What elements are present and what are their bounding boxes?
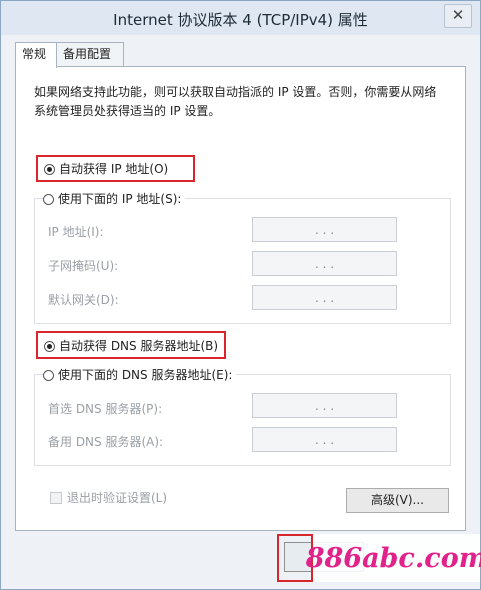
manual-ip-radio[interactable] xyxy=(43,193,54,205)
advanced-button[interactable]: 高级(V)... xyxy=(346,488,449,513)
window-title: Internet 协议版本 4 (TCP/IPv4) 属性 xyxy=(113,11,368,29)
preferred-dns-value: . . . xyxy=(314,398,335,413)
close-button[interactable]: ✕ xyxy=(444,4,472,28)
preferred-dns-input[interactable]: . . . xyxy=(252,393,397,418)
general-tab-panel: 如果网络支持此功能，则可以获取自动指派的 IP 设置。否则，你需要从网络系统管理… xyxy=(15,66,466,531)
validate-on-exit-label: 退出时验证设置(L) xyxy=(67,491,168,505)
ip-address-input[interactable]: . . . xyxy=(252,217,397,242)
description-text: 如果网络支持此功能，则可以获取自动指派的 IP 设置。否则，你需要从网络系统管理… xyxy=(34,85,437,118)
ip-address-value: . . . xyxy=(314,222,335,237)
tab-general[interactable]: 常规 xyxy=(15,42,57,68)
close-icon: ✕ xyxy=(451,6,465,24)
ip-address-label: IP 地址(I): xyxy=(48,225,104,239)
tab-general-label: 常规 xyxy=(22,47,47,61)
subnet-mask-input[interactable]: . . . xyxy=(252,251,397,276)
tab-alternate-config-label: 备用配置 xyxy=(63,47,112,61)
alternate-dns-value: . . . xyxy=(314,432,335,447)
default-gateway-input[interactable]: . . . xyxy=(252,285,397,310)
site-watermark: 886abc.com xyxy=(306,534,481,582)
subnet-mask-value: . . . xyxy=(314,256,335,271)
auto-dns-option[interactable]: 自动获得 DNS 服务器地址(B) xyxy=(44,336,218,356)
subnet-mask-label: 子网掩码(U): xyxy=(48,259,119,273)
alternate-dns-label: 备用 DNS 服务器(A): xyxy=(48,435,164,449)
manual-dns-option[interactable]: 使用下面的 DNS 服务器地址(E): xyxy=(43,365,237,385)
auto-ip-option[interactable]: 自动获得 IP 地址(O) xyxy=(44,159,168,179)
auto-ip-label: 自动获得 IP 地址(O) xyxy=(59,162,169,176)
manual-ip-label: 使用下面的 IP 地址(S): xyxy=(58,192,182,206)
validate-on-exit-option[interactable]: 退出时验证设置(L) xyxy=(50,489,167,506)
auto-ip-radio[interactable] xyxy=(44,163,55,175)
manual-ip-option[interactable]: 使用下面的 IP 地址(S): xyxy=(43,189,186,209)
alternate-dns-input[interactable]: . . . xyxy=(252,427,397,452)
default-gateway-value: . . . xyxy=(314,290,335,305)
manual-dns-group xyxy=(34,374,451,466)
auto-dns-radio[interactable] xyxy=(44,340,55,352)
validate-on-exit-checkbox[interactable] xyxy=(50,491,62,504)
manual-dns-label: 使用下面的 DNS 服务器地址(E): xyxy=(58,368,233,382)
manual-dns-radio[interactable] xyxy=(43,369,54,381)
title-bar: Internet 协议版本 4 (TCP/IPv4) 属性 ✕ xyxy=(1,1,480,35)
preferred-dns-label: 首选 DNS 服务器(P): xyxy=(48,402,163,416)
tab-alternate-config[interactable]: 备用配置 xyxy=(56,42,124,66)
auto-dns-label: 自动获得 DNS 服务器地址(B) xyxy=(59,339,219,353)
tcpip-properties-dialog: Internet 协议版本 4 (TCP/IPv4) 属性 ✕ 常规 备用配置 … xyxy=(0,0,481,590)
default-gateway-label: 默认网关(D): xyxy=(48,293,119,307)
